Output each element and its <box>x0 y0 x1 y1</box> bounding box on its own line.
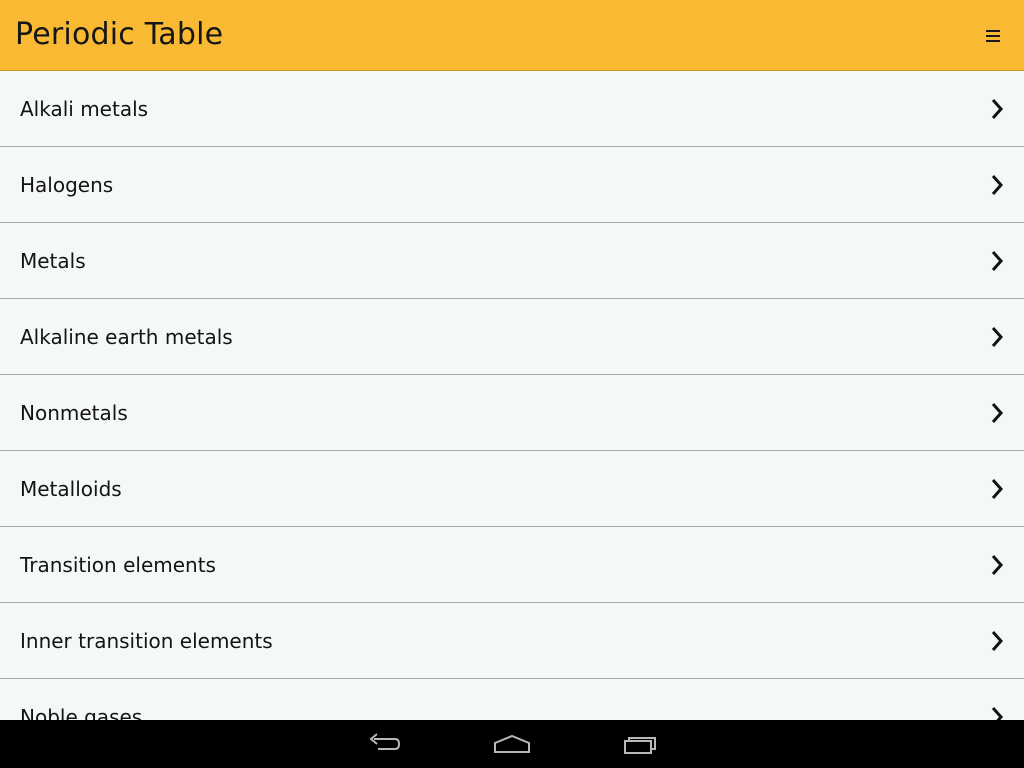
category-list: Alkali metals Halogens Metals Alkaline e… <box>0 71 1024 720</box>
chevron-right-icon <box>990 402 1004 424</box>
list-item-label: Halogens <box>20 173 114 197</box>
list-item-transition-elements[interactable]: Transition elements <box>0 527 1024 603</box>
list-item-label: Metalloids <box>20 477 122 501</box>
list-item-label: Transition elements <box>20 553 216 577</box>
system-navigation-bar <box>0 720 1024 768</box>
list-item-metalloids[interactable]: Metalloids <box>0 451 1024 527</box>
chevron-right-icon <box>990 250 1004 272</box>
list-item-nonmetals[interactable]: Nonmetals <box>0 375 1024 451</box>
chevron-right-icon <box>990 98 1004 120</box>
list-item-noble-gases[interactable]: Noble gases <box>0 679 1024 720</box>
chevron-right-icon <box>990 706 1004 720</box>
chevron-right-icon <box>990 630 1004 652</box>
app-title: Periodic Table <box>15 17 224 52</box>
menu-icon[interactable] <box>980 22 1006 50</box>
chevron-right-icon <box>990 554 1004 576</box>
back-icon[interactable] <box>356 728 412 760</box>
list-item-metals[interactable]: Metals <box>0 223 1024 299</box>
list-item-label: Nonmetals <box>20 401 128 425</box>
chevron-right-icon <box>990 478 1004 500</box>
list-item-alkaline-earth-metals[interactable]: Alkaline earth metals <box>0 299 1024 375</box>
chevron-right-icon <box>990 326 1004 348</box>
app-screen: Periodic Table Alkali metals Halogens Me… <box>0 0 1024 768</box>
list-item-label: Noble gases <box>20 705 143 720</box>
list-item-label: Metals <box>20 249 86 273</box>
list-item-label: Inner transition elements <box>20 629 273 653</box>
home-icon[interactable] <box>484 728 540 760</box>
list-item-label: Alkaline earth metals <box>20 325 233 349</box>
action-bar: Periodic Table <box>0 0 1024 71</box>
list-item-halogens[interactable]: Halogens <box>0 147 1024 223</box>
list-item-alkali-metals[interactable]: Alkali metals <box>0 71 1024 147</box>
list-item-label: Alkali metals <box>20 97 149 121</box>
list-item-inner-transition-elements[interactable]: Inner transition elements <box>0 603 1024 679</box>
chevron-right-icon <box>990 174 1004 196</box>
recent-apps-icon[interactable] <box>613 728 669 760</box>
